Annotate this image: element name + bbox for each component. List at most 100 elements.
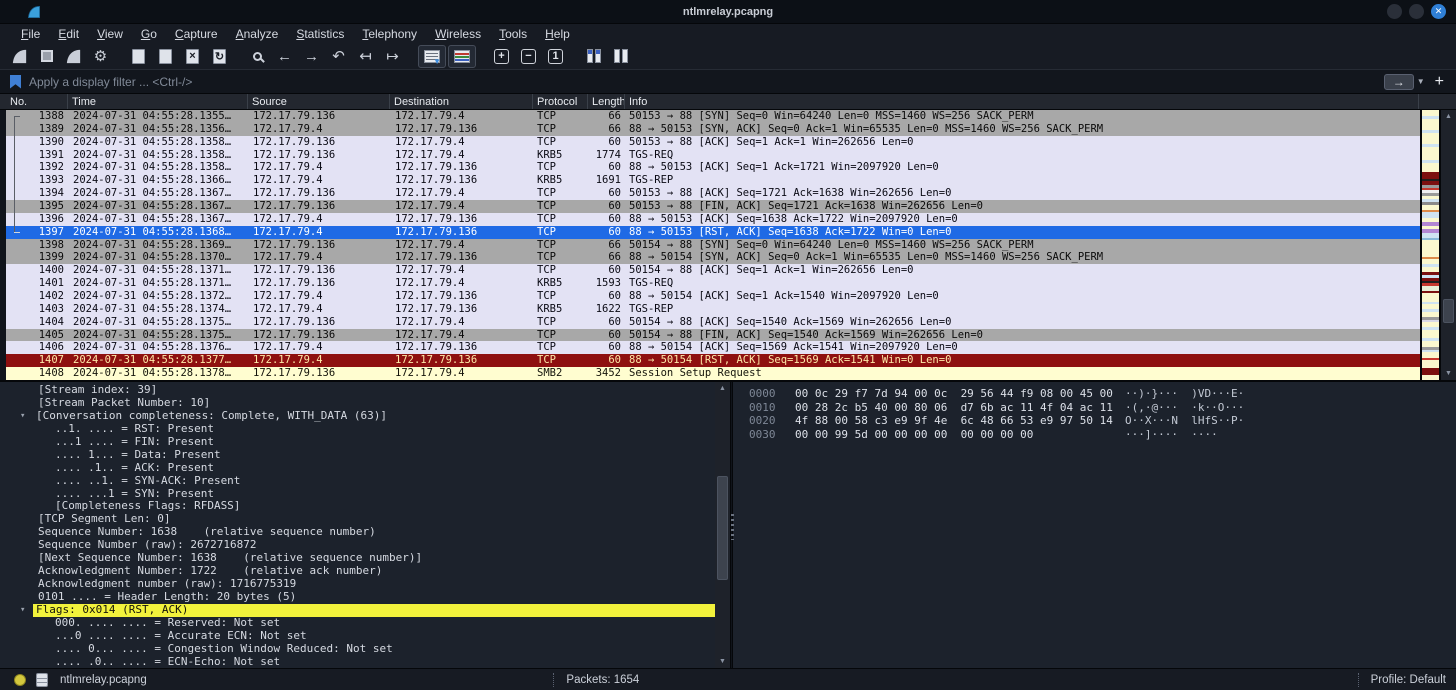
- detail-line[interactable]: ...0 .... .... = Accurate ECN: Not set: [0, 629, 715, 643]
- column-header-time[interactable]: Time: [68, 94, 248, 109]
- detail-line[interactable]: .... 0... .... = Congestion Window Reduc…: [0, 642, 715, 656]
- packet-row-1398[interactable]: 1398 2024-07-31 04:55:28.1369… 172.17.79.1…: [6, 238, 1420, 252]
- normal-size-icon[interactable]: 1: [543, 45, 568, 68]
- packet-row-1402[interactable]: 1402 2024-07-31 04:55:28.1372… 172.17.79.4…: [6, 290, 1420, 303]
- go-forward-icon[interactable]: →: [299, 45, 324, 68]
- detail-line[interactable]: ..1. .... = RST: Present: [0, 422, 715, 436]
- menu-tools[interactable]: Tools: [490, 27, 536, 41]
- detail-line[interactable]: .... 1... = Data: Present: [0, 448, 715, 462]
- zoom-in-icon[interactable]: +: [489, 45, 514, 68]
- filter-dropdown-caret-icon[interactable]: ▼: [1417, 77, 1425, 86]
- scroll-up-icon[interactable]: ▲: [715, 382, 730, 395]
- detail-line[interactable]: ▾ [Conversation completeness: Complete, W…: [0, 409, 715, 423]
- resize-columns-icon[interactable]: [581, 45, 606, 68]
- go-to-packet-icon[interactable]: ↶: [326, 45, 351, 68]
- packet-row-1392[interactable]: 1392 2024-07-31 04:55:28.1358… 172.17.79.4…: [6, 161, 1420, 175]
- packet-row-1389[interactable]: 1389 2024-07-31 04:55:28.1356… 172.17.79.4…: [6, 122, 1420, 136]
- packet-row-1393[interactable]: 1393 2024-07-31 04:55:28.1366… 172.17.79.4…: [6, 174, 1420, 188]
- expander-icon[interactable]: ▾: [20, 410, 25, 423]
- detail-line[interactable]: 000. .... .... = Reserved: Not set: [0, 616, 715, 630]
- packet-row-1401[interactable]: 1401 2024-07-31 04:55:28.1371… 172.17.79.1…: [6, 277, 1420, 291]
- menu-go[interactable]: Go: [132, 27, 166, 41]
- detail-line[interactable]: [Stream index: 39]: [0, 383, 715, 397]
- menu-help[interactable]: Help: [536, 27, 579, 41]
- display-filter-input[interactable]: Apply a display filter ... <Ctrl-/>: [29, 75, 1384, 89]
- menu-statistics[interactable]: Statistics: [287, 27, 353, 41]
- menu-wireless[interactable]: Wireless: [426, 27, 490, 41]
- close-button[interactable]: ✕: [1431, 4, 1446, 19]
- scroll-down-icon[interactable]: ▼: [715, 655, 730, 668]
- packet-row-1397[interactable]: 1397 2024-07-31 04:55:28.1368… 172.17.79.4…: [6, 225, 1420, 239]
- detail-line[interactable]: ...1 .... = FIN: Present: [0, 435, 715, 449]
- column-header-source[interactable]: Source: [248, 94, 390, 109]
- add-filter-button[interactable]: +: [1435, 73, 1444, 91]
- packet-row-1406[interactable]: 1406 2024-07-31 04:55:28.1376… 172.17.79.4…: [6, 341, 1420, 355]
- intelligent-scrollbar[interactable]: [1420, 110, 1441, 381]
- hex-row[interactable]: 0030 00 00 99 5d 00 00 00 00 00 00 00 00 ·…: [749, 428, 1456, 442]
- packet-row-1408[interactable]: 1408 2024-07-31 04:55:28.1378… 172.17.79.1…: [6, 367, 1420, 380]
- restart-capture-icon[interactable]: [61, 45, 86, 68]
- capture-options-icon[interactable]: ⚙: [88, 45, 113, 68]
- details-scrollbar[interactable]: ▲ ▼: [715, 382, 730, 668]
- reload-file-icon[interactable]: ↻: [207, 45, 232, 68]
- close-file-icon[interactable]: ×: [180, 45, 205, 68]
- find-packet-icon[interactable]: [245, 45, 270, 68]
- packet-row-1395[interactable]: 1395 2024-07-31 04:55:28.1367… 172.17.79.1…: [6, 200, 1420, 213]
- auto-scroll-icon[interactable]: ▼: [418, 44, 446, 68]
- hex-row[interactable]: 0000 00 0c 29 f7 7d 94 00 0c 29 56 44 f9 …: [749, 387, 1456, 401]
- colorize-icon[interactable]: [448, 44, 476, 68]
- packet-row-1399[interactable]: 1399 2024-07-31 04:55:28.1370… 172.17.79.4…: [6, 251, 1420, 265]
- apply-filter-button[interactable]: →: [1383, 73, 1414, 90]
- pane-splitter[interactable]: [730, 382, 734, 668]
- detail-line[interactable]: ▾ Flags: 0x014 (RST, ACK): [0, 603, 715, 617]
- status-profile[interactable]: Profile: Default: [1371, 674, 1446, 686]
- filter-bookmark-icon[interactable]: [10, 74, 21, 89]
- zoom-out-icon[interactable]: −: [516, 45, 541, 68]
- packet-row-1403[interactable]: 1403 2024-07-31 04:55:28.1374… 172.17.79.4…: [6, 302, 1420, 316]
- save-file-icon[interactable]: [153, 45, 178, 68]
- packet-row-1394[interactable]: 1394 2024-07-31 04:55:28.1367… 172.17.79.1…: [6, 187, 1420, 201]
- packet-row-1391[interactable]: 1391 2024-07-31 04:55:28.1358… 172.17.79.1…: [6, 148, 1420, 162]
- detail-line[interactable]: .... ..1. = SYN-ACK: Present: [0, 474, 715, 488]
- packet-row-1407[interactable]: 1407 2024-07-31 04:55:28.1377… 172.17.79.4…: [6, 354, 1420, 368]
- hex-row[interactable]: 0020 4f 88 00 58 c3 e9 9f 4e 6c 48 66 53 …: [749, 414, 1456, 428]
- menu-capture[interactable]: Capture: [166, 27, 227, 41]
- previous-packet-icon[interactable]: ↤: [353, 45, 378, 68]
- start-capture-icon[interactable]: [7, 45, 32, 68]
- column-header-no[interactable]: No.: [6, 94, 68, 109]
- menu-edit[interactable]: Edit: [49, 27, 88, 41]
- go-back-icon[interactable]: ←: [272, 45, 297, 68]
- menu-view[interactable]: View: [88, 27, 132, 41]
- maximize-button[interactable]: [1409, 4, 1424, 19]
- capture-comment-icon[interactable]: [36, 672, 48, 687]
- open-file-icon[interactable]: [126, 45, 151, 68]
- packet-row-1396[interactable]: 1396 2024-07-31 04:55:28.1367… 172.17.79.4…: [6, 212, 1420, 226]
- next-packet-icon[interactable]: ↦: [380, 45, 405, 68]
- packet-row-1390[interactable]: 1390 2024-07-31 04:55:28.1358… 172.17.79.1…: [6, 135, 1420, 149]
- packet-list-scrollbar[interactable]: ▲ ▼: [1441, 110, 1456, 380]
- packet-row-1405[interactable]: 1405 2024-07-31 04:55:28.1375… 172.17.79.1…: [6, 328, 1420, 342]
- scrollbar-thumb[interactable]: [1443, 298, 1454, 324]
- menu-telephony[interactable]: Telephony: [353, 27, 426, 41]
- column-header-info[interactable]: Info: [625, 94, 1419, 109]
- packet-row-1388[interactable]: 1388 2024-07-31 04:55:28.1355… 172.17.79.1…: [6, 110, 1420, 123]
- scroll-up-icon[interactable]: ▲: [1441, 110, 1456, 123]
- expander-icon[interactable]: ▾: [20, 604, 25, 617]
- detail-line[interactable]: .... .1.. = ACK: Present: [0, 461, 715, 475]
- scrollbar-thumb[interactable]: [717, 475, 728, 580]
- stop-capture-icon[interactable]: [34, 45, 59, 68]
- menu-analyze[interactable]: Analyze: [227, 27, 288, 41]
- expert-info-icon[interactable]: [14, 673, 26, 686]
- detail-line[interactable]: .... .0.. .... = ECN-Echo: Not set: [0, 655, 715, 668]
- minimize-button[interactable]: [1387, 4, 1402, 19]
- detail-line[interactable]: [Stream Packet Number: 10]: [0, 396, 715, 410]
- packet-row-1400[interactable]: 1400 2024-07-31 04:55:28.1371… 172.17.79.1…: [6, 264, 1420, 278]
- menu-file[interactable]: File: [12, 27, 49, 41]
- packet-row-1404[interactable]: 1404 2024-07-31 04:55:28.1375… 172.17.79.1…: [6, 315, 1420, 329]
- column-header-destination[interactable]: Destination: [390, 94, 533, 109]
- number-columns-icon[interactable]: [608, 45, 633, 68]
- column-header-length[interactable]: Length: [588, 94, 625, 109]
- detail-line[interactable]: 0101 .... = Header Length: 20 bytes (5): [0, 590, 715, 604]
- column-header-protocol[interactable]: Protocol: [533, 94, 588, 109]
- scroll-down-icon[interactable]: ▼: [1441, 367, 1456, 380]
